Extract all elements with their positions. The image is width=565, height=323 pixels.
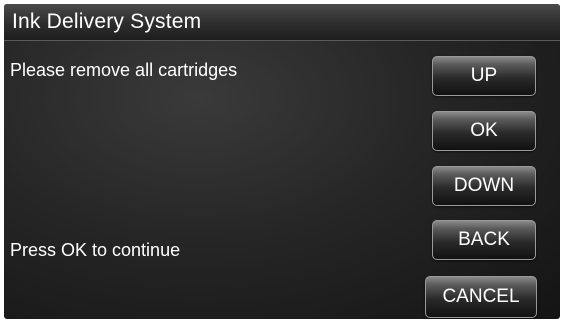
cancel-button[interactable]: CANCEL <box>425 276 537 318</box>
down-button[interactable]: DOWN <box>432 166 536 206</box>
printer-panel-screen: Ink Delivery System Please remove all ca… <box>4 4 560 319</box>
up-button[interactable]: UP <box>432 56 536 96</box>
screen-title: Ink Delivery System <box>12 10 202 33</box>
ok-button[interactable]: OK <box>432 111 536 151</box>
continue-prompt-text: Press OK to continue <box>10 240 181 260</box>
title-bar: Ink Delivery System <box>4 4 560 41</box>
back-button[interactable]: BACK <box>432 220 536 260</box>
instruction-text: Please remove all cartridges <box>10 60 238 80</box>
